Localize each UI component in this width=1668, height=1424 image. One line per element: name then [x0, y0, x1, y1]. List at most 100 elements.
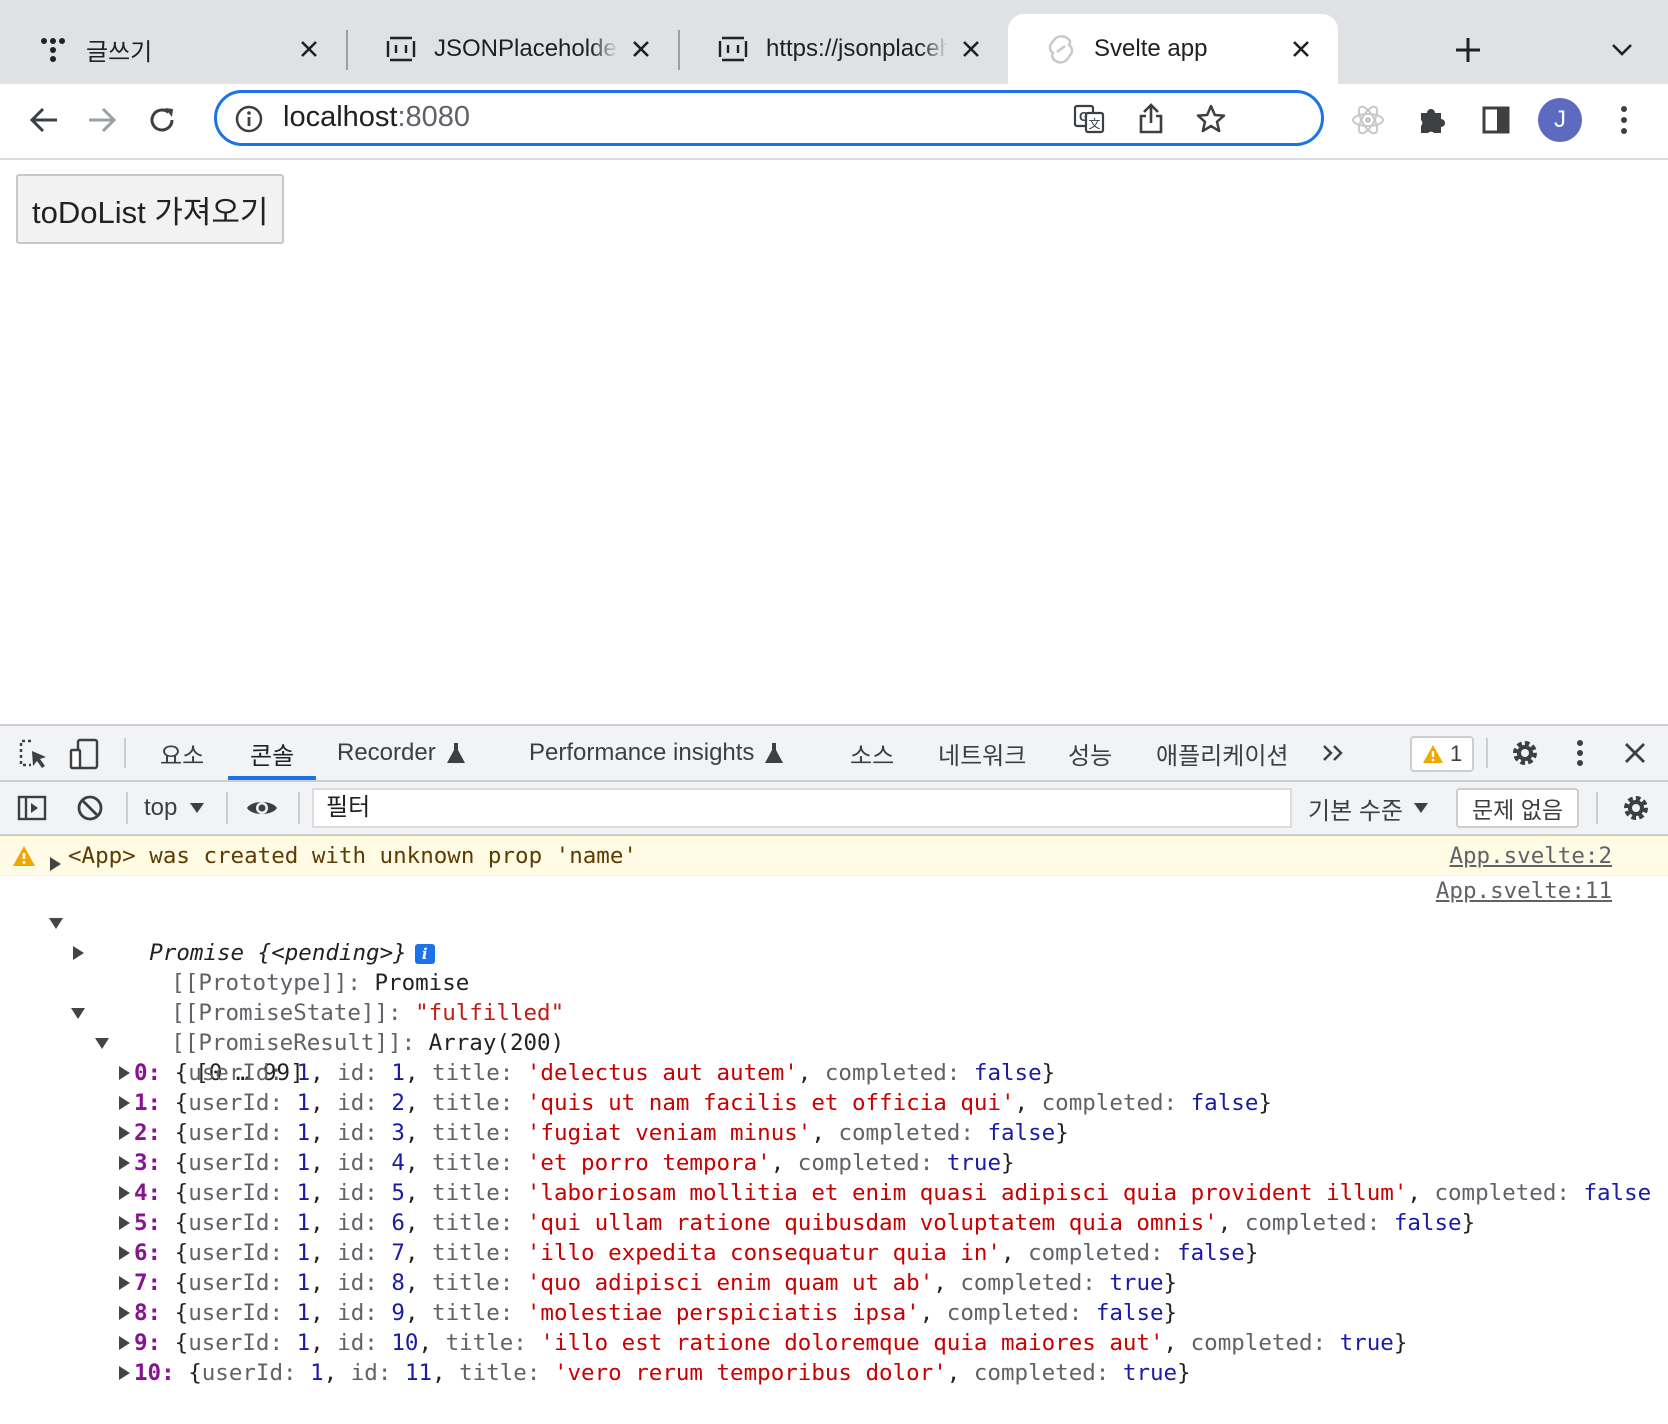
- item-completed: false: [1393, 1210, 1462, 1236]
- item-title: 'molestiae perspiciatis ipsa': [526, 1300, 920, 1326]
- item-index: 3: [134, 1150, 148, 1176]
- tab-application[interactable]: 애플리케이션: [1156, 726, 1288, 780]
- close-icon[interactable]: [626, 34, 656, 64]
- tab-recorder[interactable]: Recorder: [337, 726, 466, 780]
- tab-jsonplaceholder[interactable]: JSONPlaceholder - Free Fake REST API: [348, 14, 678, 84]
- log-levels-selector[interactable]: 기본 수준: [1308, 792, 1429, 825]
- warning-count-badge[interactable]: 1: [1410, 736, 1475, 772]
- expand-triangle-icon[interactable]: [116, 1058, 132, 1088]
- device-toolbar-icon[interactable]: [64, 734, 104, 774]
- react-devtools-icon[interactable]: [1346, 98, 1390, 142]
- console-warning-row[interactable]: <App> was created with unknown prop 'nam…: [0, 836, 1668, 876]
- chevron-down-icon[interactable]: [1604, 32, 1640, 68]
- separator: [226, 792, 228, 824]
- expand-triangle-icon[interactable]: [116, 1358, 132, 1388]
- array-range-row[interactable]: [0 … 99]: [94, 1028, 304, 1086]
- clear-console-icon[interactable]: [72, 790, 108, 826]
- todo-item-row[interactable]: 2: {userId: 1, id: 3, title: 'fugiat ven…: [116, 1118, 1069, 1148]
- todo-item-row[interactable]: 7: {userId: 1, id: 8, title: 'quo adipis…: [116, 1268, 1177, 1298]
- close-icon[interactable]: [956, 34, 986, 64]
- expand-triangle-icon[interactable]: [116, 1328, 132, 1358]
- todo-item-row[interactable]: 1: {userId: 1, id: 2, title: 'quis ut na…: [116, 1088, 1272, 1118]
- item-title: 'illo est ratione doloremque quia maiore…: [540, 1330, 1164, 1356]
- expand-triangle-icon[interactable]: [116, 1268, 132, 1298]
- expand-triangle-icon[interactable]: [116, 1148, 132, 1178]
- console-settings-gear-icon[interactable]: [1618, 790, 1654, 826]
- promise-state-row: [[PromiseState]]: "fulfilled": [171, 1000, 565, 1026]
- expand-triangle-icon[interactable]: [116, 1208, 132, 1238]
- item-title: 'qui ullam ratione quibusdam voluptatem …: [526, 1210, 1218, 1236]
- close-icon[interactable]: [294, 34, 324, 64]
- profile-avatar[interactable]: J: [1538, 98, 1582, 142]
- collapse-triangle-icon[interactable]: [70, 998, 86, 1028]
- devtools-tab-bar: 요소 콘솔 Recorder Performance insights 소스 네…: [0, 726, 1668, 782]
- back-arrow-icon[interactable]: [22, 98, 66, 142]
- side-panel-icon[interactable]: [1474, 98, 1518, 142]
- item-title: 'illo expedita consequatur quia in': [526, 1240, 1001, 1266]
- expand-triangle-icon[interactable]: [116, 1088, 132, 1118]
- promise-result-row[interactable]: [[PromiseResult]]: Array(200): [70, 998, 564, 1056]
- todo-item-row[interactable]: 9: {userId: 1, id: 10, title: 'illo est …: [116, 1328, 1407, 1358]
- devtools-menu-icon[interactable]: [1568, 736, 1592, 770]
- tab-network[interactable]: 네트워크: [938, 726, 1026, 780]
- item-user-id: 1: [296, 1150, 311, 1176]
- item-completed: false: [973, 1060, 1042, 1086]
- item-index: 0: [134, 1060, 148, 1086]
- reload-icon[interactable]: [140, 98, 184, 142]
- item-closing-brace: }: [1163, 1300, 1178, 1326]
- todo-item-row[interactable]: 3: {userId: 1, id: 4, title: 'et porro t…: [116, 1148, 1015, 1178]
- item-completed: false: [1177, 1240, 1245, 1266]
- tab-performance[interactable]: 성능: [1068, 726, 1112, 780]
- tab-svelte-app[interactable]: Svelte app: [1008, 14, 1338, 84]
- sidebar-toggle-icon[interactable]: [14, 790, 50, 826]
- todo-item-row[interactable]: 6: {userId: 1, id: 7, title: 'illo exped…: [116, 1238, 1258, 1268]
- log-source-link[interactable]: App.svelte:11: [1436, 878, 1612, 904]
- tab-write[interactable]: 글쓰기: [0, 14, 346, 84]
- prototype-row[interactable]: [[Prototype]]: Promise: [70, 938, 469, 996]
- source-link[interactable]: App.svelte:2: [1449, 843, 1612, 869]
- tab-performance-insights[interactable]: Performance insights: [529, 726, 784, 780]
- settings-gear-icon[interactable]: [1508, 736, 1542, 770]
- jsonplaceholder-icon: [718, 34, 748, 64]
- fetch-todolist-button[interactable]: toDoList 가져오기: [16, 174, 285, 244]
- more-tabs-chevron-icon[interactable]: [1318, 738, 1348, 768]
- item-title: 'fugiat veniam minus': [526, 1120, 812, 1146]
- extensions-puzzle-icon[interactable]: [1410, 98, 1454, 142]
- eye-icon[interactable]: [242, 790, 282, 826]
- issues-button[interactable]: 문제 없음: [1456, 788, 1580, 828]
- expand-triangle-icon[interactable]: [116, 1118, 132, 1148]
- close-icon[interactable]: [1286, 34, 1316, 64]
- translate-icon[interactable]: G文: [1073, 103, 1105, 135]
- promise-result-value: Array(200): [428, 1030, 565, 1056]
- tab-console[interactable]: 콘솔: [228, 726, 317, 780]
- forward-arrow-icon[interactable]: [80, 98, 124, 142]
- new-tab-button[interactable]: [1448, 30, 1488, 70]
- todo-item-row[interactable]: 4: {userId: 1, id: 5, title: 'laboriosam…: [116, 1178, 1651, 1208]
- todo-item-row[interactable]: 8: {userId: 1, id: 9, title: 'molestiae …: [116, 1298, 1177, 1328]
- close-devtools-icon[interactable]: [1620, 738, 1650, 768]
- more-menu-icon[interactable]: [1602, 98, 1646, 142]
- collapse-triangle-icon[interactable]: [48, 908, 64, 938]
- todo-item-row[interactable]: 5: {userId: 1, id: 6, title: 'qui ullam …: [116, 1208, 1475, 1238]
- address-bar[interactable]: localhost:8080 G文: [214, 90, 1324, 146]
- promise-header-row[interactable]: Promise {<pending>} i: [48, 908, 435, 966]
- tab-elements[interactable]: 요소: [160, 726, 204, 780]
- context-selector[interactable]: top: [144, 792, 205, 824]
- tab-strip: 글쓰기 JSONPlaceholder - Free Fake REST API…: [0, 0, 1668, 84]
- collapse-triangle-icon[interactable]: [94, 1028, 110, 1058]
- share-icon[interactable]: [1135, 103, 1167, 135]
- item-title: 'vero rerum temporibus dolor': [553, 1360, 947, 1386]
- tab-jsonplaceholder-todos[interactable]: https://jsonplaceholder.typicode.com/tod…: [680, 14, 1008, 84]
- info-icon[interactable]: [235, 105, 263, 133]
- expand-triangle-icon[interactable]: [70, 938, 86, 968]
- expand-triangle-icon[interactable]: [116, 1298, 132, 1328]
- expand-triangle-icon[interactable]: [116, 1178, 132, 1208]
- expand-triangle-icon[interactable]: [116, 1238, 132, 1268]
- todo-item-row[interactable]: 0: {userId: 1, id: 1, title: 'delectus a…: [116, 1058, 1055, 1088]
- expand-triangle-icon[interactable]: [50, 850, 61, 876]
- todo-item-row[interactable]: 10: {userId: 1, id: 11, title: 'vero rer…: [116, 1358, 1191, 1388]
- tab-sources[interactable]: 소스: [850, 726, 894, 780]
- bookmark-star-icon[interactable]: [1195, 103, 1227, 135]
- console-filter-input[interactable]: [312, 788, 1292, 828]
- inspect-element-icon[interactable]: [14, 734, 54, 774]
